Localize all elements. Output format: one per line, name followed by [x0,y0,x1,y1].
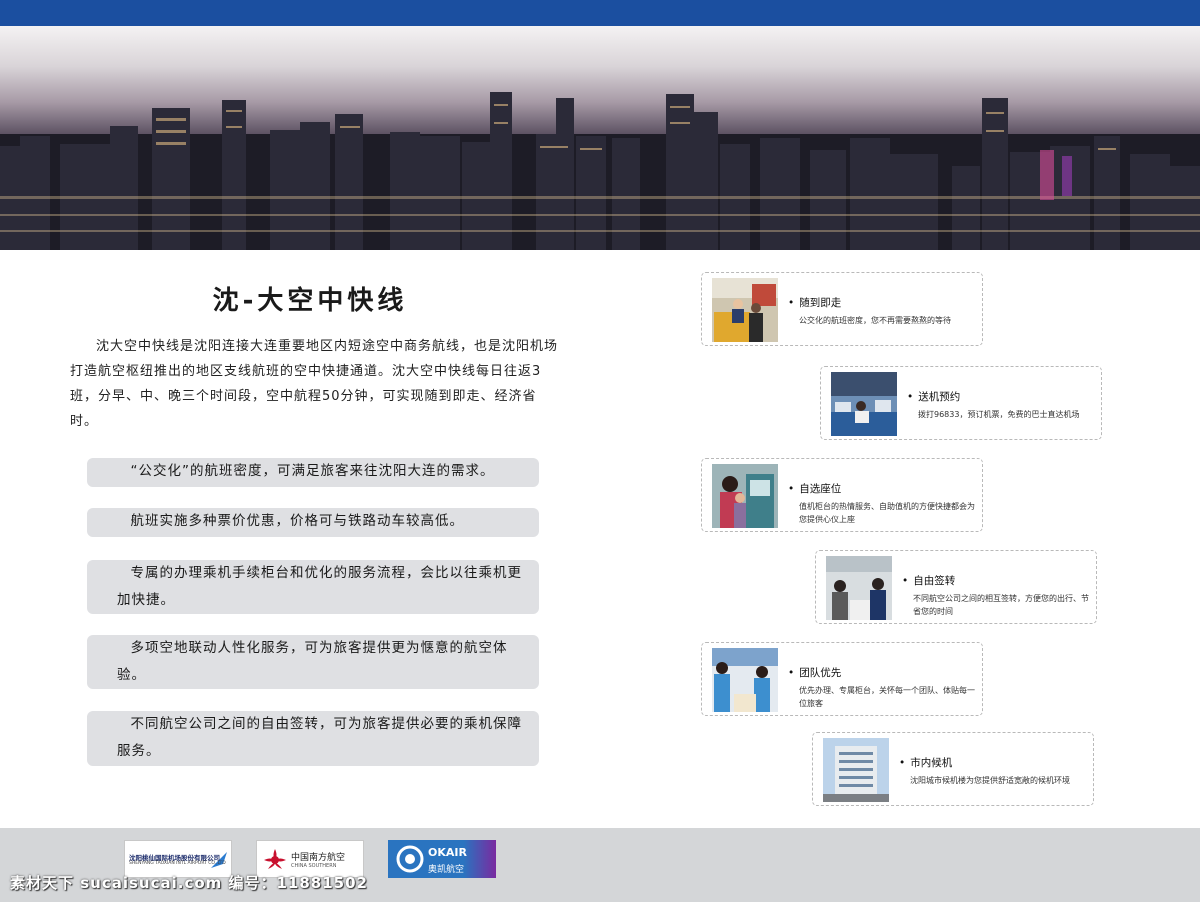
feature-item: “公交化”的航班密度，可满足旅客来往沈阳大连的需求。 [87,458,539,487]
counter-photo [712,278,778,342]
service-title: 自选座位 [788,481,841,496]
service-card: 自选座位 值机柜台的热情服务、自助值机的方便快捷都会为您提供心仪上座 [701,458,983,532]
feature-item: 不同航空公司之间的自由签转，可为旅客提供必要的乘机保障服务。 [87,711,539,766]
self-checkin-photo [712,464,778,528]
service-card: 随到即走 公交化的航班密度，您不再需要熬熬的等待 [701,272,983,346]
terminal-building-photo [823,738,889,802]
feature-item: 多项空地联动人性化服务，可为旅客提供更为惬意的航空体验。 [87,635,539,689]
service-desc: 沈阳城市候机楼为您提供舒适宽敞的候机环境 [910,776,1070,785]
service-title: 市内候机 [899,755,952,770]
kapok-flower-icon [264,849,286,869]
logo-text-en: 奥凯航空 [428,865,465,875]
call-center-photo [831,372,897,436]
service-desc: 不同航空公司之间的相互签转，方便您的出行、节省您的时间 [913,594,1089,616]
service-desc: 值机柜台的热情服务、自助值机的方便快捷都会为您提供心仪上座 [799,502,975,524]
watermark-text: 素材天下 sucaisucai.com 编号：11881502 [10,874,368,892]
logo-text-cn: OKAIR [428,846,467,859]
skyline-illustration [0,92,1200,250]
service-card: 市内候机 沈阳城市候机楼为您提供舒适宽敞的候机环境 [812,732,1094,806]
transfer-desk-photo [826,556,892,620]
okair-logo: OKAIR 奥凯航空 [388,840,496,878]
feature-item: 航班实施多种票价优惠，价格可与铁路动车较高低。 [87,508,539,537]
service-title: 自由签转 [902,573,955,588]
service-card: 团队优先 优先办理、专属柜台，关怀每一个团队、体贴每一位旅客 [701,642,983,716]
service-card: 送机预约 拨打96833，预订机票，免费的巴士直达机场 [820,366,1102,440]
okair-emblem-icon [396,845,424,873]
service-desc: 公交化的航班密度，您不再需要熬熬的等待 [799,316,951,325]
top-blue-bar [0,0,1200,26]
page-title: 沈-大空中快线 [212,286,408,316]
service-title: 团队优先 [788,665,841,680]
logo-text-en: CHINA SOUTHERN [291,863,337,869]
feature-item: 专属的办理乘机手续柜台和优化的服务流程，会比以往乘机更加快捷。 [87,560,539,614]
service-title: 随到即走 [788,295,841,310]
service-desc: 拨打96833，预订机票，免费的巴士直达机场 [918,410,1080,419]
logo-text-cn: 中国南方航空 [291,853,346,863]
group-service-photo [712,648,778,712]
city-skyline-banner [0,26,1200,250]
logo-text-en: SHENYANG TAOXIAN INTL AIRPORT CO.,LTD [129,861,226,866]
intro-paragraph: 沈大空中快线是沈阳连接大连重要地区内短途空中商务航线，也是沈阳机场打造航空枢纽推… [70,339,559,429]
service-card: 自由签转 不同航空公司之间的相互签转，方便您的出行、节省您的时间 [815,550,1097,624]
service-title: 送机预约 [907,389,960,404]
service-desc: 优先办理、专属柜台，关怀每一个团队、体贴每一位旅客 [799,686,975,708]
